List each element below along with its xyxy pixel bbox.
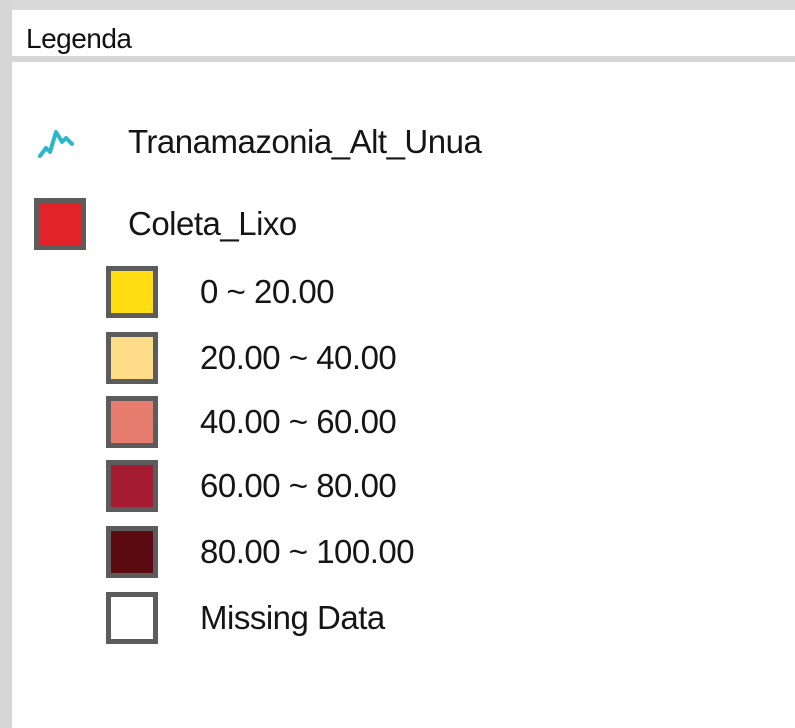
left-border <box>0 0 12 728</box>
class-label: 80.00 ~ 100.00 <box>200 533 415 570</box>
legend-class-row[interactable]: Missing Data <box>106 592 385 644</box>
legend-title: Legenda <box>26 23 132 54</box>
legend-layer-coleta-lixo[interactable]: Coleta_Lixo <box>34 198 297 250</box>
legend-class-row[interactable]: 40.00 ~ 60.00 <box>106 396 397 448</box>
legend-class-row[interactable]: 0 ~ 20.00 <box>106 266 335 318</box>
class-label: 20.00 ~ 40.00 <box>200 339 397 376</box>
line-icon <box>38 130 74 158</box>
legend-body: Tranamazonia_Alt_Unua Coleta_Lixo 0 ~ 20… <box>12 62 795 728</box>
class-swatch <box>106 266 158 318</box>
layer-label: Coleta_Lixo <box>128 205 297 242</box>
class-swatch <box>106 526 158 578</box>
class-swatch <box>106 592 158 644</box>
fill-swatch-icon <box>34 198 86 250</box>
class-label: 40.00 ~ 60.00 <box>200 403 397 440</box>
legend-header: Legenda <box>12 10 795 62</box>
class-swatch <box>106 396 158 448</box>
class-label: Missing Data <box>200 599 385 636</box>
legend-class-row[interactable]: 20.00 ~ 40.00 <box>106 332 397 384</box>
class-swatch <box>106 460 158 512</box>
legend-panel: Legenda Tranamazonia_Alt_Unua Coleta_Lix… <box>0 0 795 728</box>
legend-layer-tranamazonia[interactable]: Tranamazonia_Alt_Unua <box>36 122 482 162</box>
class-label: 0 ~ 20.00 <box>200 273 335 310</box>
class-swatch <box>106 332 158 384</box>
legend-class-row[interactable]: 80.00 ~ 100.00 <box>106 526 415 578</box>
top-border <box>0 0 795 10</box>
legend-class-row[interactable]: 60.00 ~ 80.00 <box>106 460 397 512</box>
class-label: 60.00 ~ 80.00 <box>200 467 397 504</box>
layer-label: Tranamazonia_Alt_Unua <box>128 123 482 160</box>
